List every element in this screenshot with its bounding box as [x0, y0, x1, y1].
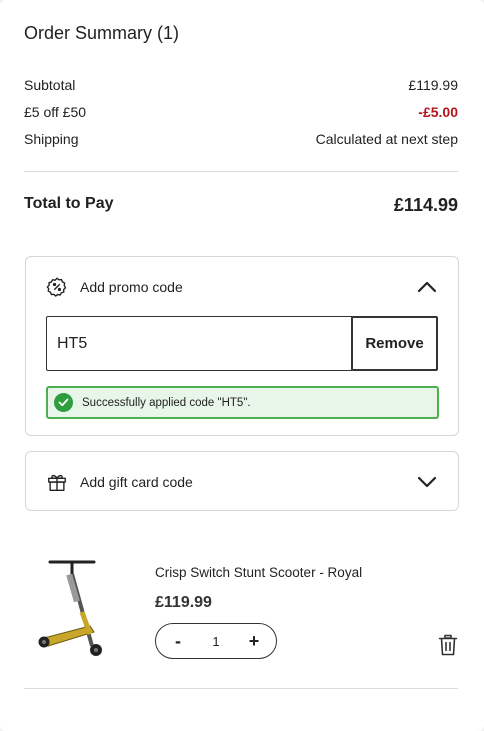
chevron-down-icon[interactable]	[416, 471, 438, 493]
scooter-image	[36, 552, 110, 662]
cart-item: Crisp Switch Stunt Scooter - Royal £119.…	[24, 548, 460, 666]
gift-icon	[46, 471, 68, 493]
total-row: Total to Pay £114.99	[24, 195, 458, 216]
increase-quantity-button[interactable]: +	[246, 631, 262, 652]
subtotal-row: Subtotal £119.99	[24, 77, 458, 93]
gift-card-section: Add gift card code	[25, 451, 459, 511]
promo-code-header[interactable]: Add promo code	[46, 275, 438, 299]
trash-icon[interactable]	[438, 634, 458, 656]
promo-code-input[interactable]	[46, 316, 352, 371]
percent-badge-icon	[46, 276, 68, 298]
promo-code-section: Add promo code Remove Successfully appli…	[25, 256, 459, 436]
promo-success-message: Successfully applied code "HT5".	[46, 386, 439, 419]
promo-success-text: Successfully applied code "HT5".	[82, 396, 251, 409]
discount-row: £5 off £50 -£5.00	[24, 104, 458, 120]
subtotal-value: £119.99	[408, 77, 458, 93]
item-name[interactable]: Crisp Switch Stunt Scooter - Royal	[155, 565, 362, 580]
divider	[24, 171, 458, 172]
quantity-stepper: - 1 +	[155, 623, 277, 659]
check-circle-icon	[54, 393, 73, 412]
discount-label: £5 off £50	[24, 104, 87, 120]
total-label: Total to Pay	[24, 195, 114, 212]
promo-code-label: Add promo code	[80, 279, 183, 295]
shipping-label: Shipping	[24, 131, 79, 147]
item-price: £119.99	[155, 594, 212, 611]
order-summary-title: Order Summary (1)	[24, 23, 180, 43]
remove-promo-button[interactable]: Remove	[351, 316, 438, 371]
subtotal-label: Subtotal	[24, 77, 76, 93]
decrease-quantity-button[interactable]: -	[170, 631, 186, 652]
discount-value: -£5.00	[418, 104, 458, 120]
gift-card-label: Add gift card code	[80, 474, 193, 490]
divider	[24, 688, 458, 689]
order-summary-panel: Order Summary (1) Subtotal £119.99 £5 of…	[0, 0, 484, 731]
total-value: £114.99	[393, 195, 458, 215]
shipping-value: Calculated at next step	[315, 131, 458, 147]
chevron-up-icon[interactable]	[416, 276, 438, 298]
shipping-row: Shipping Calculated at next step	[24, 131, 458, 147]
quantity-value[interactable]: 1	[212, 634, 219, 649]
gift-card-header[interactable]: Add gift card code	[46, 470, 438, 494]
